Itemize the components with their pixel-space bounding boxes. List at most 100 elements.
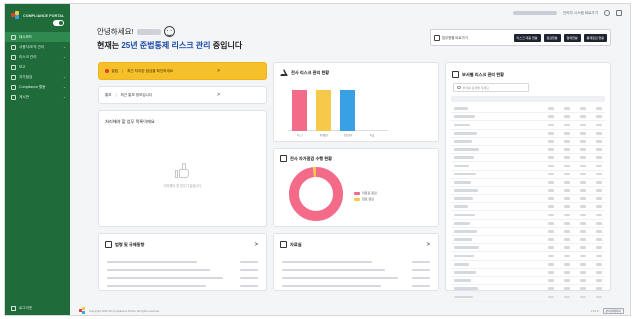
chevron-down-icon: ⌄ [62, 95, 66, 99]
legend-item: 미완료 점검 [354, 191, 377, 195]
table-row[interactable] [451, 171, 605, 179]
menu-icon [11, 34, 16, 40]
table-row[interactable] [451, 146, 605, 155]
list-item[interactable] [282, 274, 430, 282]
regulation-title-text: 법령 및 규제동향 [115, 241, 145, 247]
search-icon[interactable] [604, 10, 610, 16]
sidebar-item-label: Compliance 활동 [19, 84, 46, 89]
sidebar-item-label: 대시보드 [19, 34, 33, 39]
table-row[interactable] [451, 236, 605, 245]
legend-label: 완료 점검 [362, 197, 374, 201]
sidebar-nav: 대시보드 사용자/조직 관리 ⌄ 리스크 관리 ⌄ 보고 자가점검 ⌄ Compliance 활… [5, 32, 70, 102]
external-link[interactable]: 업무현황 바로가기 [434, 34, 511, 41]
table-row[interactable] [451, 293, 605, 302]
table-row[interactable] [451, 277, 605, 286]
logout-icon [11, 306, 16, 311]
footer-logo-icon [79, 307, 86, 314]
chevron-right-icon[interactable]: > [426, 242, 430, 248]
smile-icon [163, 26, 175, 37]
sidebar-item-2[interactable]: 리스크 관리 ⌄ [5, 52, 70, 62]
alert-dot-icon [105, 69, 109, 73]
sidebar-toggle[interactable] [53, 20, 64, 26]
list-item[interactable] [282, 282, 430, 290]
check-status-button[interactable]: 점검현황 [543, 33, 561, 42]
risk-chart-title: 전사 리스크 관리 현황 [280, 69, 329, 76]
table-row[interactable] [451, 138, 605, 146]
greeting-status: 현재는 25년 준법통제 리스크 관리 중입니다 [97, 40, 242, 51]
list-item[interactable] [107, 266, 258, 274]
table-row[interactable] [451, 154, 605, 163]
folder-icon [280, 241, 287, 248]
tasks-card: 처리해야 할 업무 목록이에요 처리해야 할 업무가 없습니다 [98, 110, 267, 227]
dept-risk-card: 부서별 리스크 관리 현황 부서를 검색해 주세요 [445, 62, 611, 302]
alert-secondary[interactable]: 통보 | 최근 통보 정보입니다 > [98, 86, 267, 104]
risk-status-button[interactable]: 리스크 대응 현황 [513, 33, 541, 42]
user-check-icon [280, 155, 287, 162]
table-row[interactable] [451, 162, 605, 171]
sidebar-item-6[interactable]: 게시판 ⌄ [5, 92, 70, 102]
legend-item: 완료 점검 [354, 197, 377, 201]
dept-search-input[interactable]: 부서를 검색해 주세요 [453, 83, 529, 92]
table-row[interactable] [451, 113, 605, 122]
list-item[interactable] [282, 266, 430, 274]
table-row[interactable] [451, 285, 605, 294]
notification-icon[interactable] [616, 10, 622, 16]
table-row[interactable] [451, 220, 605, 228]
table-row[interactable] [451, 228, 605, 236]
table-row[interactable] [451, 252, 605, 261]
sidebar-item-4[interactable]: 자가점검 ⌄ [5, 72, 70, 82]
dept-search-placeholder: 부서를 검색해 주세요 [462, 85, 490, 90]
logout-label: 로그아웃 [19, 306, 33, 310]
table-row[interactable] [451, 121, 605, 130]
table-row[interactable] [451, 105, 605, 114]
sidebar-item-1[interactable]: 사용자/조직 관리 ⌄ [5, 42, 70, 52]
table-row[interactable] [451, 203, 605, 212]
alert-primary[interactable]: 알림 | 최근 처리된 점검을 확인하세요 > [98, 62, 267, 80]
dept-risk-title: 부서별 리스크 관리 현황 [452, 71, 504, 78]
admin-link[interactable]: 관리자 시스템 바로가기 [563, 11, 598, 16]
table-row[interactable] [451, 269, 605, 277]
table-row[interactable] [451, 130, 605, 138]
list-item[interactable] [107, 274, 258, 282]
list-item[interactable] [107, 282, 258, 290]
sidebar-item-3[interactable]: 보고 [5, 62, 70, 72]
list-item[interactable] [107, 258, 258, 266]
greeting-status-highlight: 25년 준법통제 리스크 관리 [121, 41, 211, 50]
list-item[interactable] [282, 258, 430, 266]
chevron-down-icon: ⌄ [62, 45, 66, 49]
external-link-icon [434, 34, 440, 41]
chevron-down-icon: ⌄ [62, 85, 66, 89]
table-row[interactable] [451, 179, 605, 187]
archive-card: 자료실 > [273, 233, 439, 291]
legend-swatch [354, 191, 360, 195]
separator: | [115, 93, 117, 97]
logout-button[interactable]: 로그아웃 [11, 306, 32, 311]
regulation-list [107, 258, 258, 290]
dept-table-body [451, 105, 605, 302]
chevron-right-icon[interactable]: > [254, 242, 258, 248]
table-row[interactable] [451, 244, 605, 253]
table-row[interactable] [451, 187, 605, 196]
approval-status-button[interactable]: 결재현황 [563, 33, 581, 42]
regulation-card: 법령 및 규제동향 > [98, 233, 267, 291]
logo-mark-icon [11, 11, 20, 20]
external-link-label: 업무현황 바로가기 [442, 36, 468, 40]
document-icon [105, 241, 112, 248]
quick-actions-bar: 업무현황 바로가기 리스크 대응 현황 점검현황 결재현황 통제점검 현황 [430, 29, 611, 46]
self-check-legend: 미완료 점검완료 점검 [354, 191, 377, 203]
footer-version: v1.0.0 [590, 308, 599, 313]
control-check-button[interactable]: 통제점검 현황 [583, 33, 607, 42]
table-row[interactable] [451, 195, 605, 204]
chevron-right-icon: > [217, 68, 220, 74]
bar-1 [316, 90, 331, 131]
alert-secondary-text: 최근 통보 정보입니다 [120, 92, 153, 97]
sidebar-item-5[interactable]: Compliance 활동 ⌄ [5, 82, 70, 92]
sidebar-item-0[interactable]: 대시보드 [5, 32, 70, 42]
table-row[interactable] [451, 261, 605, 269]
table-row[interactable] [451, 211, 605, 220]
bar-0 [292, 90, 307, 131]
footer-admin-button[interactable]: 관리자페이지 [602, 307, 624, 314]
search-icon [457, 85, 461, 90]
user-info-redacted [512, 11, 557, 15]
sidebar: COMPLIANCE PORTAL 대시보드 사용자/조직 관리 ⌄ 리스크 관리 ⌄ 보… [5, 4, 70, 315]
